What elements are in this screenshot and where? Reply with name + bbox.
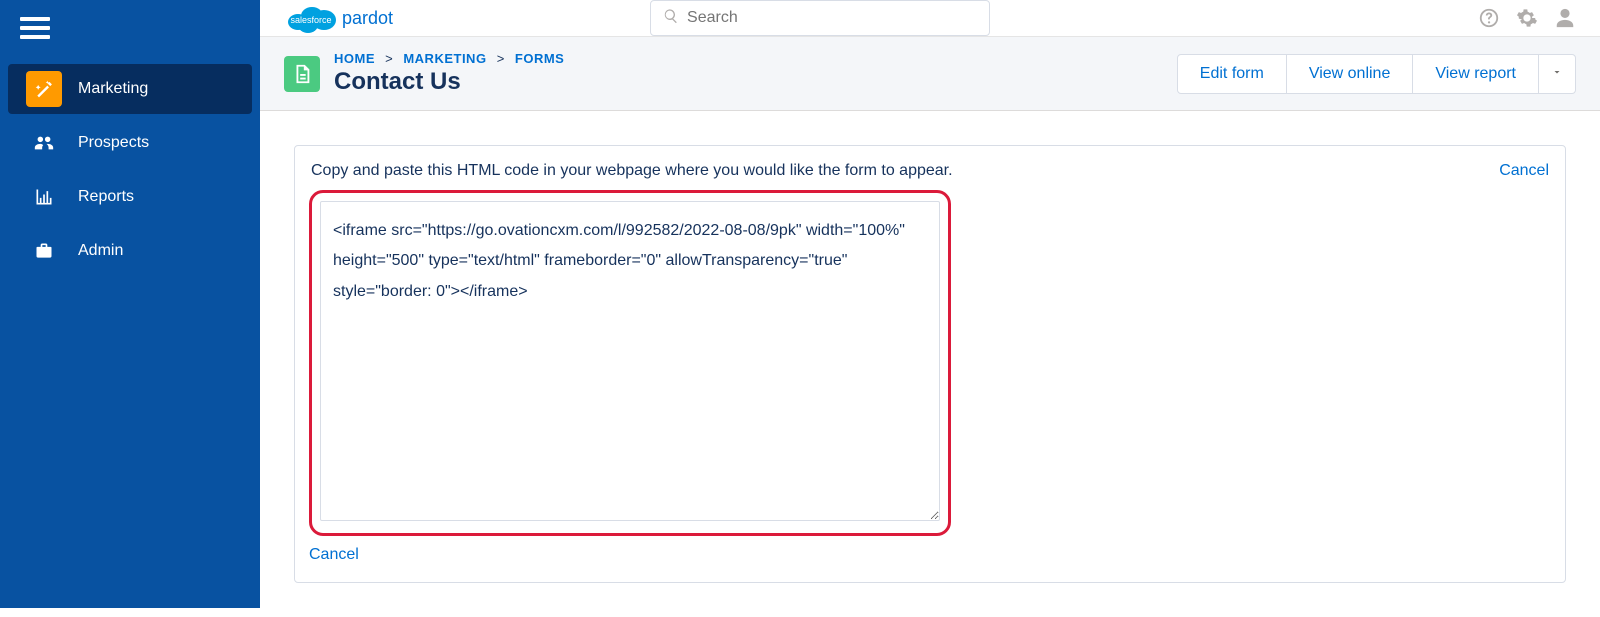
view-online-button[interactable]: View online	[1287, 54, 1414, 94]
crumb-sep: >	[497, 51, 505, 66]
sidebar-item-admin[interactable]: Admin	[8, 226, 252, 276]
content-area: Copy and paste this HTML code in your we…	[260, 111, 1600, 617]
brand-logo: salesforce pardot	[284, 0, 393, 36]
sidebar-item-label: Admin	[78, 242, 123, 260]
salesforce-cloud-icon: salesforce	[284, 0, 338, 36]
sidebar-item-prospects[interactable]: Prospects	[8, 118, 252, 168]
view-report-button[interactable]: View report	[1413, 54, 1539, 94]
crumb-home[interactable]: HOME	[334, 51, 375, 66]
brand-cloud-text: salesforce	[290, 15, 331, 25]
more-actions-button[interactable]	[1539, 54, 1576, 94]
page-actions: Edit form View online View report	[1177, 54, 1576, 94]
crumb-sep: >	[385, 51, 393, 66]
crumb-marketing[interactable]: MARKETING	[403, 51, 486, 66]
chart-icon	[26, 179, 62, 215]
briefcase-icon	[26, 233, 62, 269]
panel-instruction: Copy and paste this HTML code in your we…	[311, 162, 953, 180]
hamburger-button[interactable]	[0, 0, 260, 56]
edit-form-button[interactable]: Edit form	[1177, 54, 1287, 94]
topbar: salesforce pardot	[260, 0, 1600, 37]
users-icon	[26, 125, 62, 161]
embed-code-panel: Copy and paste this HTML code in your we…	[294, 145, 1566, 583]
page-header: HOME > MARKETING > FORMS Contact Us Edit…	[260, 37, 1600, 111]
search-icon	[663, 8, 679, 28]
search-input-wrap[interactable]	[650, 0, 990, 36]
caret-down-icon	[1551, 65, 1563, 82]
sidebar-item-label: Reports	[78, 188, 134, 206]
help-icon[interactable]	[1478, 7, 1500, 29]
breadcrumb: HOME > MARKETING > FORMS	[334, 51, 564, 66]
embed-code-textarea[interactable]	[320, 201, 940, 521]
sidebar-item-marketing[interactable]: Marketing	[8, 64, 252, 114]
top-actions	[1478, 7, 1576, 29]
main: salesforce pardot	[260, 0, 1600, 608]
form-page-icon	[284, 56, 320, 92]
sidebar-nav: Marketing Prospects Reports Admin	[0, 56, 260, 276]
cancel-link-bottom[interactable]: Cancel	[309, 546, 1551, 564]
sidebar-item-reports[interactable]: Reports	[8, 172, 252, 222]
brand-sub-text: pardot	[342, 8, 393, 29]
user-icon[interactable]	[1554, 7, 1576, 29]
page-title: Contact Us	[334, 68, 564, 96]
cancel-link-top[interactable]: Cancel	[1499, 162, 1549, 180]
sidebar: Marketing Prospects Reports Admin	[0, 0, 260, 608]
hamburger-icon	[20, 17, 50, 39]
crumb-forms[interactable]: FORMS	[515, 51, 564, 66]
code-highlight-box	[309, 190, 951, 536]
wand-icon	[26, 71, 62, 107]
gear-icon[interactable]	[1516, 7, 1538, 29]
search-input[interactable]	[687, 9, 977, 27]
sidebar-item-label: Marketing	[78, 80, 148, 98]
sidebar-item-label: Prospects	[78, 134, 149, 152]
